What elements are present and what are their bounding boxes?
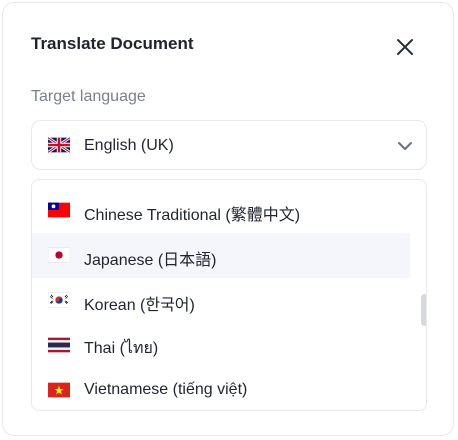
flag-taiwan-icon — [48, 201, 70, 219]
list-scrollbar-thumb[interactable] — [421, 294, 426, 326]
flag-korea-icon — [48, 291, 70, 309]
flag-japan-icon — [48, 246, 70, 264]
option-label: Korean (한국어) — [84, 297, 195, 314]
option-vietnamese[interactable]: Vietnamese (tiếng việt) — [32, 368, 410, 410]
option-japanese[interactable]: Japanese (日本語) — [32, 233, 410, 278]
option-korean[interactable]: Korean (한국어) — [32, 278, 410, 323]
flag-thailand-icon — [48, 336, 70, 354]
flag-uk-icon — [48, 135, 70, 155]
field-label: Target language — [31, 88, 146, 105]
selected-language: English (UK) — [84, 137, 174, 154]
flag-vietnam-icon — [48, 381, 70, 399]
language-select[interactable]: English (UK) — [31, 120, 427, 170]
option-label: Vietnamese (tiếng việt) — [84, 381, 248, 398]
option-label: Thai (ไทย) — [84, 340, 159, 357]
close-icon — [397, 39, 413, 55]
option-label: Chinese Traditional (繁體中文) — [84, 207, 301, 224]
option-thai[interactable]: Thai (ไทย) — [32, 323, 410, 368]
language-options-list[interactable]: Chinese Traditional (繁體中文) Japanese (日本語… — [31, 179, 427, 411]
chevron-down-icon — [396, 137, 414, 155]
option-label: Japanese (日本語) — [84, 252, 217, 269]
close-button[interactable] — [393, 35, 417, 59]
dialog-title: Translate Document — [31, 34, 194, 53]
translate-dialog: Translate Document Target language Engli… — [2, 2, 454, 436]
option-chinese-traditional[interactable]: Chinese Traditional (繁體中文) — [32, 188, 410, 233]
